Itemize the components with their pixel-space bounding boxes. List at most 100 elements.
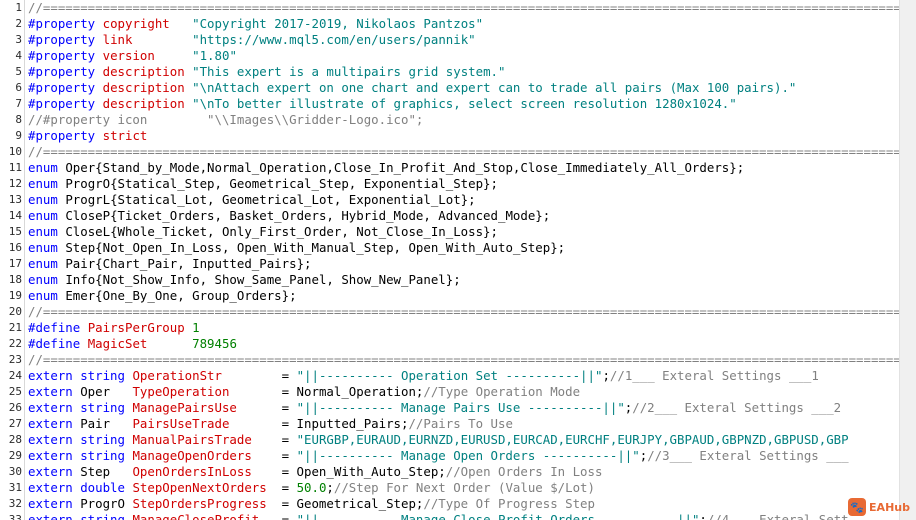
code-line[interactable]: 10 //====================================… (0, 144, 916, 160)
code-text: //#property icon "\\Images\\Gridder-Logo… (28, 112, 423, 128)
code-line[interactable]: 1 //=====================================… (0, 0, 916, 16)
watermark-text: EAHub (869, 500, 910, 514)
code-line[interactable]: 30 extern Step OpenOrdersInLoss = Open_Wi… (0, 464, 900, 480)
vertical-scrollbar[interactable] (899, 0, 916, 520)
code-text: #property description "\nAttach expert o… (28, 80, 796, 96)
code-line[interactable]: 11 enum Oper{Stand_by_Mode,Normal_Operati… (0, 160, 900, 176)
code-token: OperationStr (132, 368, 222, 383)
line-number: 30 (8, 465, 22, 478)
code-token: extern (28, 496, 81, 511)
code-token: extern string (28, 400, 133, 415)
code-line[interactable]: 12 enum ProgrO{Statical_Step, Geometrical… (0, 176, 900, 192)
line-number: 28 (8, 433, 22, 446)
code-token: copyright (102, 16, 170, 31)
code-token: link (102, 32, 133, 47)
code-token: //Open Orders In Loss (445, 464, 603, 479)
code-line[interactable]: 16 enum Step{Not_Open_In_Loss, Open_With_… (0, 240, 900, 256)
line-number: 22 (8, 337, 22, 350)
code-token: = (221, 368, 297, 383)
code-line[interactable]: 22 #define MagicSet 789456 (0, 336, 900, 352)
code-line[interactable]: 14 enum CloseP{Ticket_Orders, Basket_Orde… (0, 208, 900, 224)
code-line[interactable]: 33 extern string ManageCloseProfit = "||-… (0, 512, 900, 520)
code-token: //1___ Exteral Settings ___1 (609, 368, 819, 383)
code-text: enum Pair{Chart_Pair, Inputted_Pairs}; (28, 256, 312, 272)
line-number: 17 (8, 257, 22, 270)
code-token: PairsPerGroup (87, 320, 185, 335)
line-number: 18 (8, 273, 22, 286)
code-text: enum Step{Not_Open_In_Loss, Open_With_Ma… (28, 240, 565, 256)
code-line[interactable]: 8 //#property icon "\\Images\\Gridder-Log… (0, 112, 900, 128)
code-line[interactable]: 4 #property version "1.80" (0, 48, 900, 64)
code-text: extern string ManualPairsTrade = "EURGBP… (28, 432, 849, 448)
code-text: extern string ManageCloseProfit = "||---… (28, 512, 849, 520)
code-token: #property (28, 16, 103, 31)
code-token: //#property icon "\\Images\\Gridder-Logo… (28, 112, 424, 127)
code-token: = (251, 448, 297, 463)
code-token: enum (28, 272, 66, 287)
line-number: 20 (8, 305, 22, 318)
code-token: Step (80, 464, 133, 479)
code-token: //Type Of Progress Step (423, 496, 595, 511)
line-number: 11 (8, 161, 22, 174)
code-token: #property (28, 80, 103, 95)
code-text: #property copyright "Copyright 2017-2019… (28, 16, 483, 32)
code-line[interactable]: 24 extern string OperationStr = "||------… (0, 368, 900, 384)
code-line[interactable]: 28 extern string ManualPairsTrade = "EURG… (0, 432, 900, 448)
code-line[interactable]: 15 enum CloseL{Whole_Ticket, Only_First_O… (0, 224, 900, 240)
code-token: Pair (80, 416, 133, 431)
code-token: //======================================… (28, 144, 916, 159)
code-token: 789456 (192, 336, 237, 351)
code-line[interactable]: 9 #property strict (0, 128, 900, 144)
code-token: enum (28, 288, 66, 303)
code-token: OpenOrdersInLoss (132, 464, 252, 479)
code-token: "Copyright 2017-2019, Nikolaos Pantzos" (192, 16, 484, 31)
line-number: 25 (8, 385, 22, 398)
line-number: 27 (8, 417, 22, 430)
code-line[interactable]: 27 extern Pair PairsUseTrade = Inputted_P… (0, 416, 900, 432)
line-number: 32 (8, 497, 22, 510)
code-line[interactable]: 2 #property copyright "Copyright 2017-201… (0, 16, 900, 32)
code-line[interactable]: 18 enum Info{Not_Show_Info, Show_Same_Pan… (0, 272, 900, 288)
code-line[interactable]: 20 //====================================… (0, 304, 916, 320)
code-lines[interactable]: 1//=====================================… (0, 0, 916, 520)
code-line[interactable]: 6 #property description "\nAttach expert … (0, 80, 900, 96)
code-token: "||---------- Manage Pairs Use ---------… (296, 400, 625, 415)
line-number: 14 (8, 209, 22, 222)
code-token: = (251, 432, 297, 447)
code-token: #property (28, 48, 103, 63)
code-text: //======================================… (28, 0, 916, 16)
code-line[interactable]: 17 enum Pair{Chart_Pair, Inputted_Pairs}; (0, 256, 900, 272)
code-text: enum Oper{Stand_by_Mode,Normal_Operation… (28, 160, 744, 176)
code-token: PairsUseTrade (132, 416, 230, 431)
code-line[interactable]: 7 #property description "\nTo better illu… (0, 96, 900, 112)
eahub-logo-icon: 🐾 (848, 498, 867, 516)
code-token: = Open_With_Auto_Step; (251, 464, 446, 479)
code-line[interactable]: 29 extern string ManageOpenOrders = "||--… (0, 448, 900, 464)
code-line[interactable]: 21 #define PairsPerGroup 1 (0, 320, 900, 336)
code-token: enum (28, 224, 66, 239)
code-token: "https://www.mql5.com/en/users/pannik" (192, 32, 476, 47)
code-token: #property (28, 128, 103, 143)
code-token: enum (28, 240, 66, 255)
code-line[interactable]: 26 extern string ManagePairsUse = "||----… (0, 400, 900, 416)
code-line[interactable]: 19 enum Emer{One_By_One, Group_Orders}; (0, 288, 900, 304)
code-line[interactable]: 25 extern Oper TypeOperation = Normal_Ope… (0, 384, 900, 400)
code-editor[interactable]: 1//=====================================… (0, 0, 916, 520)
code-text: //======================================… (28, 304, 916, 320)
code-token: //======================================… (28, 352, 916, 367)
code-token: ProgrL{Statical_Lot, Geometrical_Lot, Ex… (65, 192, 476, 207)
code-line[interactable]: 3 #property link "https://www.mql5.com/en… (0, 32, 900, 48)
code-text: extern Oper TypeOperation = Normal_Opera… (28, 384, 580, 400)
code-line[interactable]: 23 //====================================… (0, 352, 916, 368)
line-number: 26 (8, 401, 22, 414)
code-token: Emer{One_By_One, Group_Orders}; (65, 288, 297, 303)
code-line[interactable]: 31 extern double StepOpenNextOrders = 50.… (0, 480, 900, 496)
code-line[interactable]: 13 enum ProgrL{Statical_Lot, Geometrical_… (0, 192, 900, 208)
code-token: 1 (192, 320, 200, 335)
line-number: 19 (8, 289, 22, 302)
code-text: enum ProgrL{Statical_Lot, Geometrical_Lo… (28, 192, 476, 208)
code-line[interactable]: 32 extern ProgrO StepOrdersProgress = Geo… (0, 496, 900, 512)
code-line[interactable]: 5 #property description "This expert is a… (0, 64, 900, 80)
